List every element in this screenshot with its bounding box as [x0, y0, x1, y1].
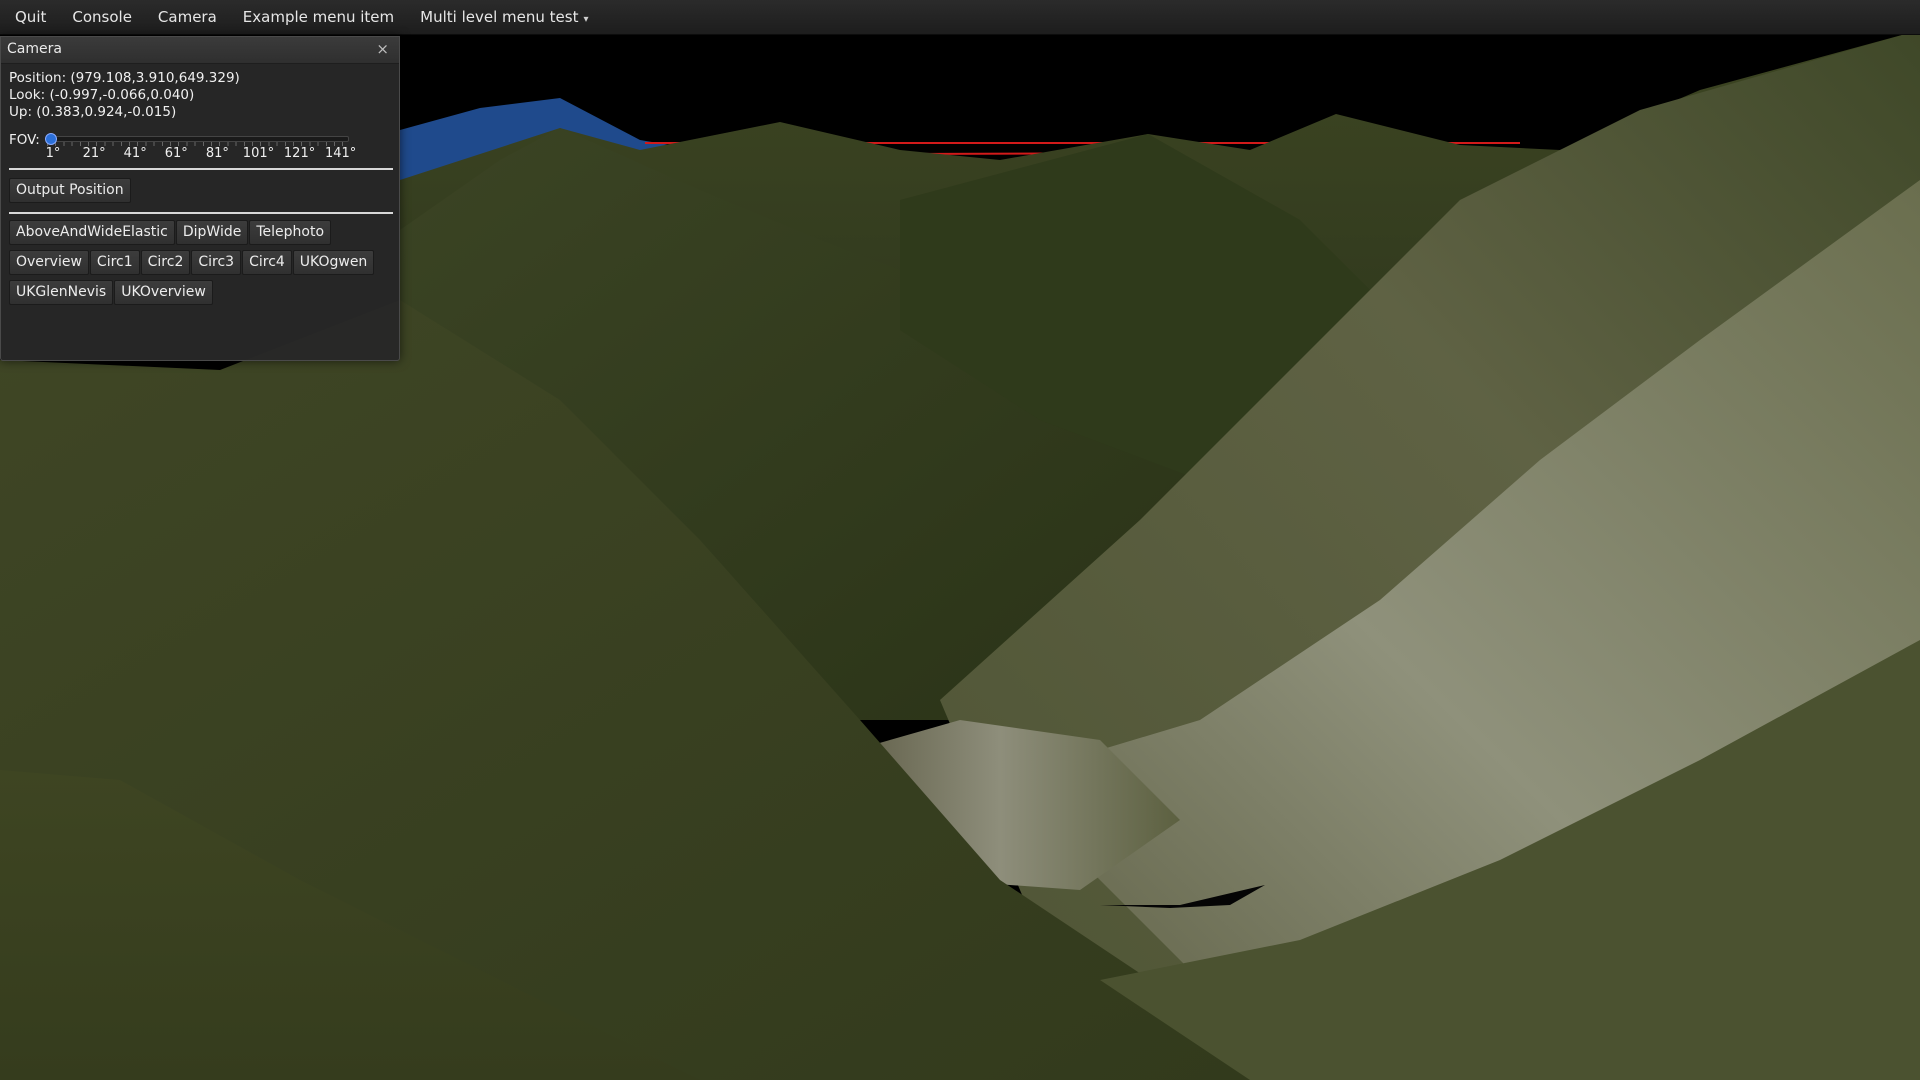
- menu-example-item[interactable]: Example menu item: [230, 0, 407, 35]
- fov-slider-handle[interactable]: [45, 133, 57, 145]
- preset-button-ukglennevis[interactable]: UKGlenNevis: [9, 280, 114, 305]
- preset-button-overview[interactable]: Overview: [9, 250, 89, 275]
- preset-button-dipwide[interactable]: DipWide: [175, 220, 249, 245]
- preset-button-circ4[interactable]: Circ4: [242, 250, 292, 275]
- fov-tick-label: 61°: [164, 146, 188, 161]
- divider: [9, 168, 393, 170]
- preset-button-ukogwen[interactable]: UKOgwen: [292, 250, 375, 275]
- preset-button-circ1[interactable]: Circ1: [89, 250, 140, 275]
- fov-tick-label: 21°: [82, 146, 106, 161]
- output-position-button[interactable]: Output Position: [9, 178, 131, 203]
- look-readout: Look: (-0.997,-0.066,0.040): [9, 87, 195, 103]
- camera-window-titlebar[interactable]: Camera ×: [1, 37, 399, 64]
- preset-button-circ2[interactable]: Circ2: [140, 250, 191, 275]
- fov-label: FOV:: [9, 132, 40, 148]
- fov-tick-label: 41°: [123, 146, 147, 161]
- fov-tick-label: 101°: [242, 146, 275, 161]
- preset-row: Overview Circ1 Circ2 Circ3 Circ4 UKOgwen: [9, 250, 391, 280]
- divider: [9, 212, 393, 214]
- preset-row: AboveAndWideElastic DipWide Telephoto: [9, 220, 391, 250]
- fov-tick-label: 1°: [45, 146, 61, 161]
- menu-camera[interactable]: Camera: [145, 0, 230, 35]
- window-title: Camera: [7, 41, 62, 57]
- camera-window: Camera × Position: (979.108,3.910,649.32…: [0, 36, 400, 361]
- menu-bar: Quit Console Camera Example menu item Mu…: [0, 0, 1920, 35]
- preset-button-aboveandwideelastic[interactable]: AboveAndWideElastic: [9, 220, 175, 245]
- menu-console[interactable]: Console: [59, 0, 145, 35]
- preset-button-circ3[interactable]: Circ3: [191, 250, 242, 275]
- fov-tick-label: 81°: [205, 146, 229, 161]
- menu-multi-level[interactable]: Multi level menu test ▾: [407, 0, 601, 35]
- menu-multi-level-label: Multi level menu test: [420, 7, 579, 26]
- chevron-down-icon: ▾: [583, 13, 589, 25]
- close-icon[interactable]: ×: [376, 40, 389, 58]
- preset-button-ukoverview[interactable]: UKOverview: [114, 280, 213, 305]
- fov-tick-label: 141°: [324, 146, 357, 161]
- position-readout: Position: (979.108,3.910,649.329): [9, 70, 240, 86]
- up-readout: Up: (0.383,0.924,-0.015): [9, 104, 177, 120]
- fov-control: FOV: 1° 21° 41° 61° 81° 101° 121° 141°: [9, 124, 391, 164]
- fov-tick-label: 121°: [283, 146, 316, 161]
- menu-quit[interactable]: Quit: [2, 0, 59, 35]
- camera-window-body: Position: (979.108,3.910,649.329) Look: …: [1, 64, 399, 310]
- preset-row: UKGlenNevis UKOverview: [9, 280, 391, 310]
- preset-button-telephoto[interactable]: Telephoto: [249, 220, 332, 245]
